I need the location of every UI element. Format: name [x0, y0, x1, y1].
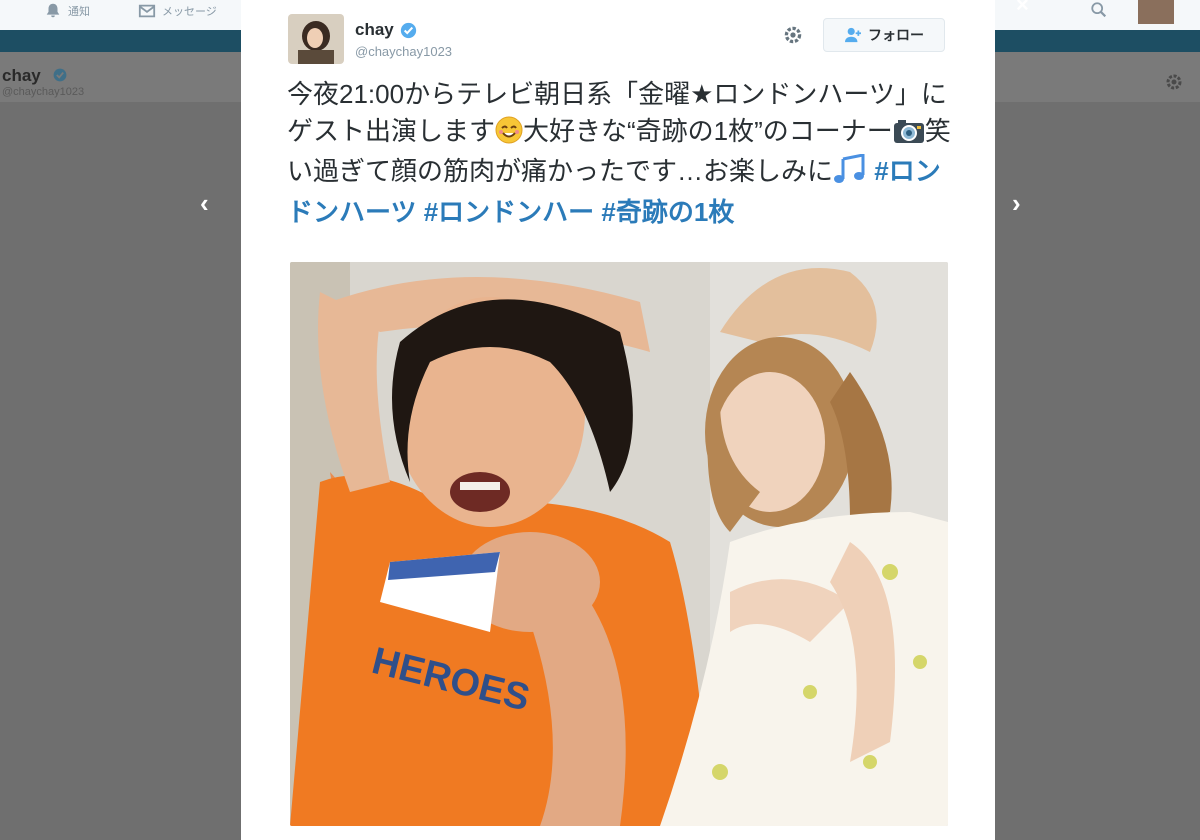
follow-person-icon [845, 27, 861, 43]
user-handle[interactable]: @chaychay1023 [355, 44, 452, 59]
tweet-photo[interactable]: HEROES [290, 262, 948, 826]
tweet-text-part: 大好きな“奇跡の1枚”のコーナー [523, 115, 893, 146]
nav-notifications[interactable]: 通知 [44, 2, 90, 20]
user-name[interactable]: chay [355, 20, 394, 40]
background-profile-handle: @chaychay1023 [2, 86, 85, 98]
nav-messages-label: メッセージ [162, 6, 217, 18]
follow-button[interactable]: フォロー [823, 18, 945, 52]
avatar[interactable] [288, 14, 344, 64]
tweet-text: 今夜21:00からテレビ朝日系「金曜★ロンドンハーツ」にゲスト出演します 大好きな… [287, 76, 957, 230]
user-name-line: chay [355, 20, 417, 40]
chevron-left-icon[interactable]: ‹ [200, 188, 209, 219]
search-icon[interactable] [1090, 1, 1108, 19]
hashtag-link[interactable]: #奇跡の1枚 [601, 197, 734, 227]
tweet-modal: chay @chaychay1023 フォロー 今夜21:00からテレビ朝日系「… [241, 0, 995, 840]
gear-icon[interactable] [782, 24, 804, 46]
smile-emoji-icon [495, 116, 523, 154]
nav-notifications-label: 通知 [68, 6, 90, 18]
bell-icon [46, 3, 60, 18]
gear-icon [1166, 74, 1182, 90]
nav-messages[interactable]: メッセージ [138, 2, 217, 20]
verified-badge-icon [53, 68, 67, 82]
follow-button-label: フォロー [868, 27, 924, 43]
hashtag-link[interactable]: #ロンドンハー [424, 197, 594, 227]
verified-badge-icon [400, 22, 416, 38]
chevron-right-icon[interactable]: › [1012, 188, 1021, 219]
background-profile-name: chay [2, 66, 41, 85]
close-icon[interactable]: × [1016, 0, 1029, 16]
music-notes-emoji-icon [833, 153, 867, 194]
envelope-icon [138, 4, 156, 18]
account-avatar[interactable] [1138, 0, 1174, 24]
camera-emoji-icon [893, 117, 925, 154]
